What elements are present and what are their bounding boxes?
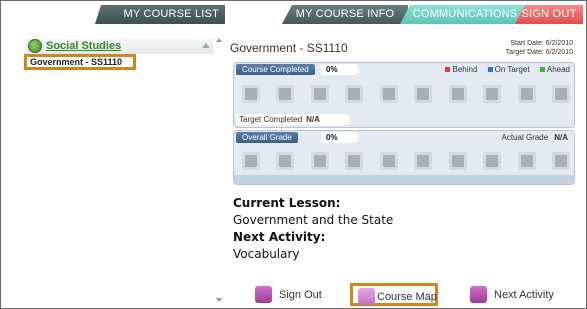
progress-segment [310, 85, 329, 103]
tab-sign-out[interactable]: SIGN OUT [515, 5, 583, 24]
tab-my-course-info[interactable]: MY COURSE INFO [282, 5, 408, 24]
overall-grade-header: Overall Grade 0% Actual Grade N/A [234, 131, 574, 143]
ahead-swatch [539, 67, 545, 72]
progress-segment [276, 85, 295, 103]
scroll-down-icon[interactable] [216, 298, 222, 302]
progress-segment [448, 85, 467, 103]
progress-segment [379, 85, 398, 103]
grade-segment [551, 152, 570, 170]
lesson-info: Current Lesson: Government and the State… [233, 195, 393, 263]
sign-out-icon [255, 286, 272, 303]
course-list-panel: Social Studies Government - SS1110 [24, 38, 214, 302]
tab-communications[interactable]: COMMUNICATIONS [400, 5, 530, 24]
target-completed: Target Completed N/A [236, 114, 350, 125]
target-completed-label: Target Completed [239, 115, 303, 124]
course-completed-box: Course Completed 0% Behind On Target Ahe… [233, 62, 575, 128]
grade-segment [414, 152, 433, 170]
scroll-up-icon[interactable] [216, 38, 222, 42]
current-lesson-heading: Current Lesson: [233, 196, 341, 210]
completion-segments [242, 85, 570, 103]
on-target-swatch [487, 67, 493, 72]
next-activity-heading: Next Activity: [233, 230, 326, 244]
grade-segment [448, 152, 467, 170]
target-completed-value: N/A [306, 115, 320, 124]
next-arrow-icon [470, 286, 487, 303]
app-window: MY COURSE LIST MY COURSE INFO COMMUNICAT… [0, 0, 587, 309]
grade-segment [483, 152, 502, 170]
legend-on-target: On Target [494, 65, 530, 74]
progress-segment [551, 85, 570, 103]
grade-segments [242, 152, 570, 170]
course-info-panel: Government - SS1110 Start Date: 6/2/2010… [226, 37, 578, 302]
bottom-toolbar: Sign Out Course Map Next Activity [226, 283, 578, 306]
subject-header[interactable]: Social Studies [26, 39, 214, 54]
grade-segment [276, 152, 295, 170]
progress-segment [517, 85, 536, 103]
legend-behind: Behind [452, 65, 478, 74]
course-completed-label: Course Completed [236, 64, 315, 75]
progress-segment [242, 85, 260, 103]
next-activity-label: Next Activity [494, 289, 554, 301]
course-map-button[interactable]: Course Map [350, 283, 438, 306]
grade-segment [379, 152, 398, 170]
actual-grade-label: Actual Grade [501, 133, 549, 142]
map-icon [358, 288, 375, 305]
next-activity-button[interactable]: Next Activity [470, 285, 574, 305]
course-list-item[interactable]: Government - SS1110 [24, 54, 136, 70]
grade-box-footer [234, 175, 574, 184]
globe-icon [28, 39, 42, 53]
overall-grade-box: Overall Grade 0% Actual Grade N/A [233, 130, 575, 185]
behind-swatch [445, 67, 451, 72]
sign-out-button[interactable]: Sign Out [255, 285, 335, 305]
subject-label[interactable]: Social Studies [46, 39, 121, 54]
grade-segment [310, 152, 329, 170]
next-activity: Vocabulary [233, 247, 300, 261]
start-date: Start Date: 6/2/2010 [510, 40, 573, 47]
progress-legend: Behind On Target Ahead [437, 64, 570, 75]
grade-segment [345, 152, 364, 170]
sign-out-label: Sign Out [279, 289, 322, 301]
target-date: Target Date: 6/2/2010 [505, 49, 573, 56]
overall-grade-value: 0% [321, 132, 359, 143]
sidebar-scrollbar[interactable] [214, 38, 224, 302]
course-title: Government - SS1110 [230, 41, 348, 55]
collapse-up-icon[interactable] [202, 43, 210, 48]
overall-grade-label: Overall Grade [236, 132, 298, 143]
current-lesson: Government and the State [233, 213, 394, 227]
actual-grade: Actual Grade N/A [502, 132, 568, 143]
grade-segment [242, 152, 260, 170]
actual-grade-value: N/A [554, 133, 568, 142]
grade-segment [517, 152, 536, 170]
course-dates: Start Date: 6/2/2010 Target Date: 6/2/20… [506, 39, 573, 57]
course-map-label: Course Map [377, 291, 437, 303]
progress-segment [345, 85, 364, 103]
progress-segment [414, 85, 433, 103]
legend-ahead: Ahead [546, 65, 570, 74]
tab-my-course-list[interactable]: MY COURSE LIST [95, 5, 225, 24]
course-completed-value: 0% [321, 64, 359, 75]
course-completed-header: Course Completed 0% Behind On Target Ahe… [234, 63, 574, 75]
top-tab-bar: MY COURSE LIST MY COURSE INFO COMMUNICAT… [5, 5, 583, 25]
progress-segment [483, 85, 502, 103]
